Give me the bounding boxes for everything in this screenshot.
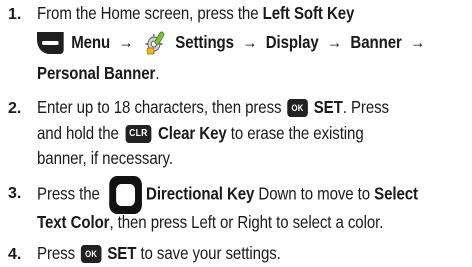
- arrow: →: [242, 31, 258, 52]
- settings-label: Settings: [175, 31, 234, 52]
- clr-key-icon: CLR: [125, 125, 152, 144]
- step-2-line-3: banner, if necessary.: [37, 148, 173, 169]
- step-1-line-3: Personal Banner.: [37, 63, 159, 84]
- select-label: Select: [374, 183, 418, 204]
- left-soft-key-icon: [37, 32, 64, 54]
- step-number: 2.: [8, 100, 22, 117]
- step-text: and hold the: [37, 123, 123, 143]
- step-text: Press: [37, 243, 80, 263]
- ok-key-icon: OK: [287, 99, 308, 118]
- instruction-document: 1. From the Home screen, press the Left …: [0, 0, 472, 267]
- step-text: banner, if necessary.: [37, 148, 173, 168]
- arrow: →: [327, 31, 343, 52]
- display-label: Display: [265, 31, 319, 52]
- set-label: SET: [313, 97, 343, 117]
- step-text: Enter up to 18 characters, then press: [37, 97, 286, 117]
- step-number: 3.: [8, 185, 22, 202]
- menu-label: Menu: [71, 31, 111, 52]
- step-2-line-2: and hold the CLR Clear Key to erase the …: [37, 123, 364, 144]
- step-3-line-2: Text Color, then press Left or Right to …: [37, 212, 383, 233]
- step-1-line-2: Menu → Settings → Display → Banner →: [37, 29, 429, 57]
- step-text: Press the: [37, 183, 104, 204]
- step-text: to erase the existing: [226, 123, 364, 143]
- step-4-line-1: Press OK SET to save your settings.: [37, 243, 281, 264]
- settings-icon: [145, 31, 165, 55]
- step-text: , then press Left or Right to select a c…: [109, 212, 384, 232]
- banner-label: Banner: [350, 31, 402, 52]
- step-number: 4.: [8, 246, 22, 263]
- text-color-label: Text Color: [37, 212, 110, 232]
- ok-key-icon: OK: [80, 245, 102, 264]
- step-3-line-1: Press the Directional Key Down to move t…: [37, 176, 418, 214]
- step-2-line-1: Enter up to 18 characters, then press OK…: [37, 97, 389, 118]
- step-text: to save your settings.: [136, 243, 281, 263]
- directional-key-label: Directional Key: [146, 183, 255, 204]
- set-label: SET: [107, 243, 137, 263]
- arrow: →: [118, 31, 134, 52]
- directional-key-icon: [109, 176, 142, 214]
- step-text: .: [155, 63, 160, 83]
- personal-banner-label: Personal Banner: [37, 63, 156, 83]
- step-text: . Press: [342, 97, 389, 117]
- step-text: From the Home screen, press the: [37, 3, 263, 23]
- step-number: 1.: [8, 6, 22, 23]
- arrow: →: [410, 31, 426, 52]
- key-name: Left Soft Key: [262, 3, 355, 23]
- clear-key-label: Clear Key: [157, 123, 227, 143]
- step-1-line-1: From the Home screen, press the Left Sof…: [37, 3, 354, 24]
- step-text: Down to move to: [254, 183, 375, 204]
